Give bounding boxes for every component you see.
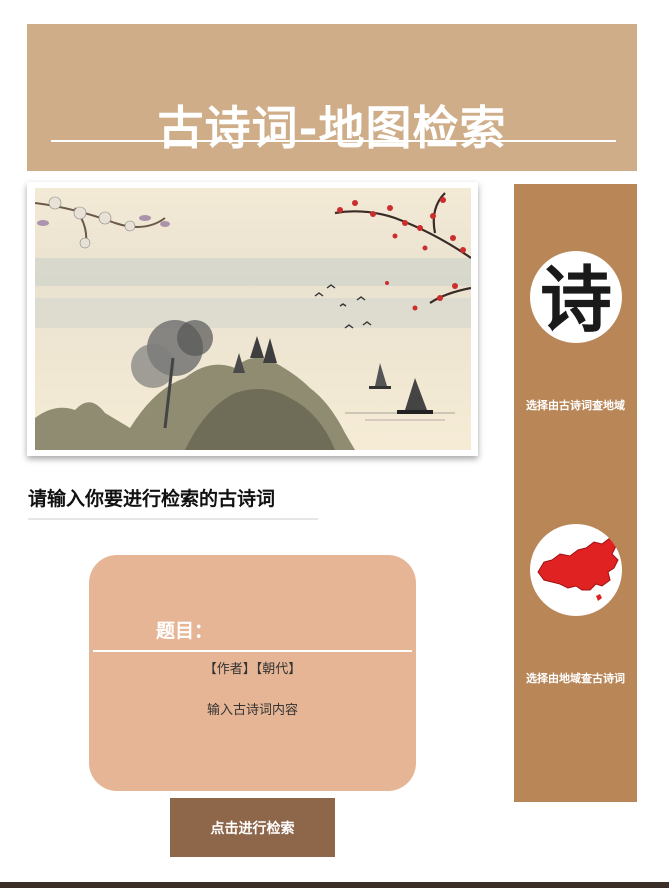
poem-input-card[interactable]: 题目： 【作者】【朝代】 输入古诗词内容	[89, 555, 416, 791]
svg-text:诗: 诗	[540, 257, 612, 342]
ink-landscape-illustration	[35, 188, 471, 450]
sidebar: 诗 选择由古诗词查地域 选择由地域查古诗词	[514, 184, 637, 802]
china-map-icon[interactable]	[530, 524, 622, 616]
sidebar-item-region-to-poem[interactable]: 选择由地域查古诗词	[514, 670, 637, 686]
header-banner: 古诗词-地图检索	[27, 24, 637, 171]
search-button[interactable]: 点击进行检索	[170, 798, 335, 857]
poem-calligraphy-icon[interactable]: 诗	[530, 251, 622, 343]
poem-title-label: 题目：	[156, 620, 214, 642]
sidebar-item-poem-to-region[interactable]: 选择由古诗词查地域	[514, 397, 637, 413]
search-prompt-heading: 请输入你要进行检索的古诗词	[28, 488, 276, 510]
card-divider	[93, 650, 412, 652]
poem-content-input[interactable]: 输入古诗词内容	[89, 699, 416, 718]
bottom-edge	[0, 882, 669, 888]
header-divider	[51, 140, 616, 142]
prompt-divider	[28, 518, 318, 520]
landscape-painting-image	[27, 182, 478, 456]
page-title: 古诗词-地图检索	[157, 101, 507, 155]
author-dynasty-label: 【作者】【朝代】	[203, 662, 302, 677]
